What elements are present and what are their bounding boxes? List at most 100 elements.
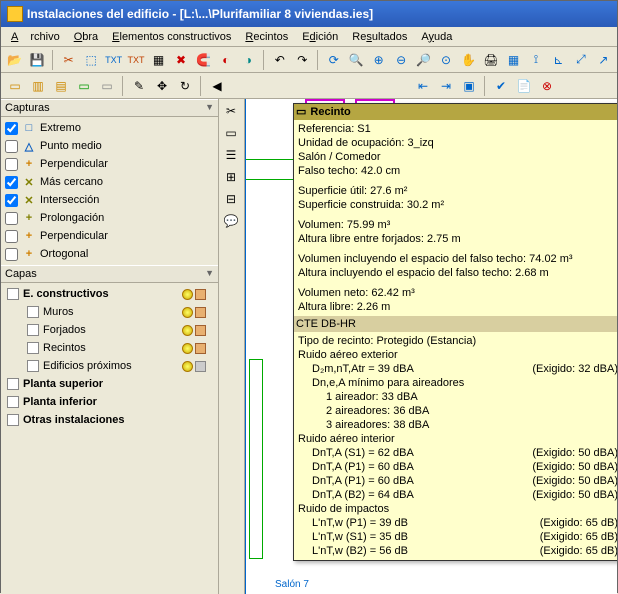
layer-checkbox[interactable] <box>27 342 39 354</box>
capture-item[interactable]: ✕ Intersección <box>5 191 214 209</box>
cube-icon[interactable] <box>195 307 206 318</box>
cube-icon[interactable] <box>195 343 206 354</box>
capture-item[interactable]: △ Punto medio <box>5 137 214 155</box>
menu-ayuda[interactable]: Ayuda <box>415 29 458 45</box>
layer-checkbox[interactable] <box>27 306 39 318</box>
nav-icon[interactable]: ⇥ <box>436 76 456 96</box>
capture-item[interactable]: + Perpendicular <box>5 155 214 173</box>
tool-icon[interactable]: ▭ <box>5 76 25 96</box>
capture-item[interactable]: + Prolongación <box>5 209 214 227</box>
zoom-icon[interactable]: 🔎 <box>414 50 433 70</box>
capture-item[interactable]: ✕ Más cercano <box>5 173 214 191</box>
tool-icon[interactable]: ⟟ <box>526 50 545 70</box>
edit-icon[interactable]: ✎ <box>129 76 149 96</box>
move-icon[interactable]: ✥ <box>152 76 172 96</box>
cube-icon[interactable] <box>195 325 206 336</box>
zoom-icon[interactable]: ⊖ <box>391 50 410 70</box>
capture-checkbox[interactable] <box>5 158 18 171</box>
tool-icon[interactable]: ▭ <box>74 76 94 96</box>
rotate-icon[interactable]: ↻ <box>175 76 195 96</box>
cancel-icon[interactable]: ⊗ <box>537 76 557 96</box>
cross-icon[interactable]: ✖ <box>171 50 190 70</box>
open-icon[interactable]: 📂 <box>5 50 24 70</box>
menu-elementos[interactable]: Elementos constructivos <box>106 29 237 45</box>
undo-icon[interactable]: ↶ <box>270 50 289 70</box>
tool-icon[interactable]: ⊟ <box>221 189 241 209</box>
nav-icon[interactable]: ▣ <box>459 76 479 96</box>
bulb-icon[interactable] <box>182 289 193 300</box>
capture-checkbox[interactable] <box>5 212 18 225</box>
text-icon[interactable]: TXT <box>126 50 145 70</box>
canvas[interactable]: ✂ ▭ ☰ ⊞ ⊟ 💬 sillo 1 Salón 7 ▭ Recinto <box>219 99 617 594</box>
layer-item[interactable]: Planta superior <box>5 375 214 393</box>
arrow-left-icon[interactable]: ◀ <box>207 76 227 96</box>
tool-icon[interactable]: ▤ <box>51 76 71 96</box>
capture-checkbox[interactable] <box>5 122 18 135</box>
refresh-icon[interactable]: ⟳ <box>324 50 343 70</box>
layer-checkbox[interactable] <box>7 288 19 300</box>
zoom-icon[interactable]: ⊕ <box>369 50 388 70</box>
menu-resultados[interactable]: Resultados <box>346 29 413 45</box>
layer-item[interactable]: Planta inferior <box>5 393 214 411</box>
redo-icon[interactable]: ↷ <box>293 50 312 70</box>
layer-item[interactable]: Edificios próximos <box>5 357 214 375</box>
layer-checkbox[interactable] <box>27 360 39 372</box>
capture-item[interactable]: + Ortogonal <box>5 245 214 263</box>
nav-icon[interactable]: ⇤ <box>413 76 433 96</box>
chevron-down-icon[interactable]: ▼ <box>205 102 214 112</box>
layer-item[interactable]: Forjados <box>5 321 214 339</box>
layer-item[interactable]: Recintos <box>5 339 214 357</box>
zoom-icon[interactable]: ⊙ <box>436 50 455 70</box>
drawing-area[interactable]: sillo 1 Salón 7 ▭ Recinto Referencia: S1… <box>245 99 617 594</box>
chevron-down-icon[interactable]: ▼ <box>205 268 214 278</box>
save-icon[interactable]: 💾 <box>27 50 46 70</box>
tool-icon[interactable]: ▭ <box>97 76 117 96</box>
layer-checkbox[interactable] <box>7 414 19 426</box>
layer-checkbox[interactable] <box>7 396 19 408</box>
tool-icon[interactable]: ▭ <box>221 123 241 143</box>
capture-checkbox[interactable] <box>5 194 18 207</box>
comment-icon[interactable]: 💬 <box>221 211 241 231</box>
menu-recintos[interactable]: Recintos <box>239 29 294 45</box>
capture-checkbox[interactable] <box>5 230 18 243</box>
capture-checkbox[interactable] <box>5 248 18 261</box>
grid-icon[interactable]: ▦ <box>149 50 168 70</box>
layer-checkbox[interactable] <box>7 378 19 390</box>
bulb-icon[interactable] <box>182 361 193 372</box>
layer-item[interactable]: Muros <box>5 303 214 321</box>
tool-icon[interactable]: ✂ <box>221 101 241 121</box>
print-icon[interactable]: 🖨 <box>481 50 500 70</box>
tool-icon[interactable]: ▦ <box>504 50 523 70</box>
tool-icon[interactable]: ⤢ <box>571 50 590 70</box>
cube-icon[interactable] <box>195 361 206 372</box>
capture-item[interactable]: □ Extremo <box>5 119 214 137</box>
tool-icon[interactable]: ◐ <box>216 50 235 70</box>
capture-item[interactable]: + Perpendicular <box>5 227 214 245</box>
menu-obra[interactable]: Obra <box>68 29 104 45</box>
bulb-icon[interactable] <box>182 325 193 336</box>
capas-header[interactable]: Capas▼ <box>1 265 218 283</box>
text-icon[interactable]: TXT <box>104 50 123 70</box>
capturas-header[interactable]: Capturas▼ <box>1 99 218 117</box>
tool-icon[interactable]: ▥ <box>28 76 48 96</box>
tool-icon[interactable]: ⊾ <box>549 50 568 70</box>
document-icon[interactable]: 📄 <box>514 76 534 96</box>
zoom-fit-icon[interactable]: 🔍 <box>346 50 365 70</box>
layer-item[interactable]: E. constructivos <box>5 285 214 303</box>
layer-checkbox[interactable] <box>27 324 39 336</box>
menu-archivo[interactable]: Archivo <box>5 29 66 45</box>
capture-checkbox[interactable] <box>5 140 18 153</box>
check-icon[interactable]: ✔ <box>491 76 511 96</box>
cube-icon[interactable] <box>195 289 206 300</box>
hand-icon[interactable]: ✋ <box>459 50 478 70</box>
tool-icon[interactable]: ⬚ <box>81 50 100 70</box>
tool-icon[interactable]: ↗ <box>594 50 613 70</box>
capture-checkbox[interactable] <box>5 176 18 189</box>
menu-edicion[interactable]: Edición <box>296 29 344 45</box>
tool-icon[interactable]: ☰ <box>221 145 241 165</box>
tool-icon[interactable]: ◑ <box>239 50 258 70</box>
tool-icon[interactable]: ✂ <box>59 50 78 70</box>
bulb-icon[interactable] <box>182 307 193 318</box>
tool-icon[interactable]: ⊞ <box>221 167 241 187</box>
magnet-icon[interactable]: 🧲 <box>194 50 213 70</box>
